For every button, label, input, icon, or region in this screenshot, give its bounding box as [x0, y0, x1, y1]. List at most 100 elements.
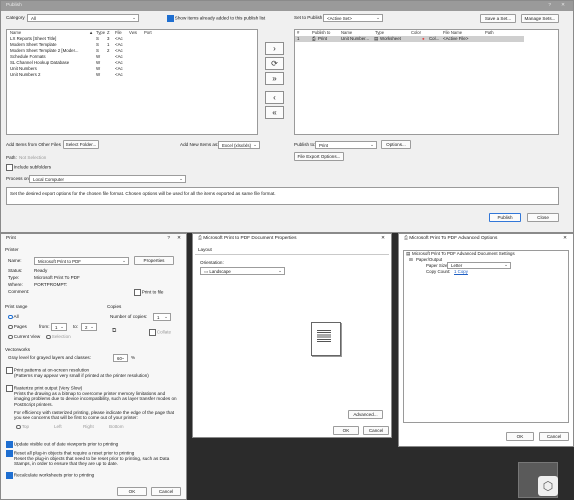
gray-level-input[interactable]: 60 — [113, 354, 128, 362]
close-icon[interactable]: ✕ — [177, 234, 181, 244]
selection-label: Selection — [51, 334, 71, 339]
properties-button[interactable]: Properties — [134, 256, 174, 265]
radio-icon — [8, 334, 13, 340]
remove-item-button[interactable]: ‹ — [265, 91, 284, 104]
table-row[interactable]: 1 ⎙ Print Unit Number... ▤ Worksheet ● C… — [295, 36, 524, 42]
pdf-adv-title: Microsoft Print To PDF Advanced Options — [409, 236, 498, 241]
settings-tree[interactable]: ▤ Microsoft Print To PDF Advanced Documen… — [403, 250, 569, 423]
edge-bottom-label: Bottom — [109, 424, 124, 429]
cancel-button[interactable]: Cancel — [151, 487, 181, 496]
help-icon[interactable]: ? — [167, 234, 170, 244]
edge-right-radio[interactable]: Right — [83, 424, 94, 430]
orientation-select[interactable]: ▭ Landscape — [200, 267, 285, 275]
save-set-button[interactable]: Save a Set... — [480, 14, 516, 23]
current-view-radio[interactable]: Current View — [8, 334, 40, 340]
where-value: PORTPROMPT: — [34, 282, 68, 287]
orientation-label: Orientation: — [200, 260, 224, 265]
page-preview-lines — [317, 330, 331, 342]
print-titlebar: Print ? ✕ — [1, 234, 186, 244]
close-button[interactable]: Close — [527, 213, 559, 222]
publish-to-value: Print — [319, 143, 329, 148]
print-to-file-label: Print to file — [141, 289, 164, 295]
radio-icon — [46, 334, 51, 340]
num-copies-value: 1 — [157, 315, 160, 320]
type-value: Microsoft Print To PDF — [34, 275, 80, 280]
add-all-button[interactable]: » — [265, 72, 284, 85]
path-label: Path: — [6, 155, 17, 160]
publish-titlebar: Publish ? ✕ — [1, 1, 573, 11]
ok-button[interactable]: OK — [117, 487, 147, 496]
ok-button[interactable]: OK — [506, 432, 534, 441]
available-items-list[interactable]: Name ▲ Type Z File Vws Port LX Reports [… — [6, 29, 258, 135]
advanced-button[interactable]: Advanced... — [348, 410, 383, 419]
remove-all-button[interactable]: « — [265, 106, 284, 119]
publish-button[interactable]: Publish — [489, 213, 521, 222]
recalc-worksheets-checkbox[interactable]: Recalculate worksheets prior to printing — [6, 472, 94, 479]
printer-name-select[interactable]: Microsoft Print to PDF — [34, 257, 129, 265]
checkbox-icon — [6, 472, 13, 479]
app-cube-icon[interactable]: ⬡ — [538, 476, 558, 496]
to-input[interactable]: 2 — [81, 323, 97, 331]
checkbox-icon — [6, 385, 13, 392]
publish-dialog: Publish ? ✕ Category All Show items alre… — [0, 0, 574, 233]
print-to-file-checkbox[interactable]: Print to file — [134, 289, 163, 296]
include-subfolders-checkbox[interactable]: Include subfolders — [6, 164, 51, 171]
show-items-checkbox[interactable]: Show items already added to this publish… — [167, 15, 265, 22]
from-input[interactable]: 1 — [51, 323, 67, 331]
set-to-publish-select[interactable]: <Active Set> — [323, 14, 383, 22]
edge-bottom-radio[interactable]: Bottom — [109, 424, 124, 430]
publish-set-list[interactable]: # Publish to Name Type Color File Name P… — [294, 29, 559, 135]
gray-unit: % — [131, 355, 136, 360]
paper-size-select[interactable]: Letter — [447, 262, 511, 269]
pdf-props-titlebar: ⎙ Microsoft Print to PDF Document Proper… — [193, 234, 391, 244]
include-subfolders-label: Include subfolders — [13, 164, 52, 170]
checkbox-icon — [6, 164, 13, 171]
help-icon[interactable]: ? — [548, 1, 551, 11]
cancel-button[interactable]: Cancel — [363, 426, 389, 435]
pdf-adv-titlebar: ⎙ Microsoft Print To PDF Advanced Option… — [399, 234, 573, 244]
update-viewports-checkbox[interactable]: Update visible out of date viewports pri… — [6, 441, 118, 448]
status-value: Ready — [34, 268, 48, 273]
add-linked-button[interactable]: ⟳ — [265, 57, 284, 70]
num-copies-input[interactable]: 1 — [153, 313, 171, 321]
page-preview — [311, 322, 341, 356]
ok-button[interactable]: OK — [333, 426, 359, 435]
manage-sets-button[interactable]: Manage Sets... — [521, 14, 559, 23]
print-patterns-note: (Patterns may appear very small if print… — [14, 373, 149, 378]
copy-count-value[interactable]: 1 Copy — [454, 269, 468, 275]
publish-to-label: Publish to: — [294, 142, 316, 147]
edge-left-radio[interactable]: Left — [54, 424, 62, 430]
close-icon[interactable]: ✕ — [561, 1, 565, 11]
close-icon[interactable]: ✕ — [381, 234, 385, 244]
recalc-worksheets-label: Recalculate worksheets prior to printing — [13, 472, 95, 478]
printer-section: Printer — [5, 247, 19, 252]
tab-divider — [195, 254, 389, 255]
publish-to-select[interactable]: Print — [315, 141, 377, 149]
collate-checkbox[interactable]: Collate — [149, 329, 171, 336]
edge-top-label: Top — [21, 424, 30, 429]
category-value: All — [31, 16, 36, 21]
all-radio[interactable]: All — [8, 314, 19, 320]
close-icon[interactable]: ✕ — [563, 234, 567, 244]
edge-top-radio[interactable]: Top — [16, 424, 29, 430]
category-select[interactable]: All — [27, 14, 139, 22]
set-to-publish-label: Set to Publish — [294, 15, 323, 20]
pages-radio[interactable]: Pages — [8, 324, 27, 330]
selection-radio[interactable]: Selection — [46, 334, 71, 340]
process-on-select[interactable]: Local Computer — [29, 175, 186, 183]
list-item[interactable]: Unit Numbers 2 W <Ac — [7, 72, 257, 78]
cancel-button[interactable]: Cancel — [539, 432, 569, 441]
add-new-items-value: Excel (xlsx/xls) — [222, 143, 252, 148]
print-title: Print — [6, 236, 16, 241]
options-button[interactable]: Options... — [381, 140, 411, 149]
file-export-options-button[interactable]: File Export Options... — [294, 152, 344, 161]
select-folder-button[interactable]: Select Folder... — [63, 140, 99, 149]
add-new-items-label: Add New Items as: — [180, 142, 219, 147]
printer-icon: ⎙ — [198, 236, 202, 241]
type-label: Type: — [8, 275, 20, 280]
edge-right-label: Right — [83, 424, 94, 429]
add-new-items-select[interactable]: Excel (xlsx/xls) — [218, 141, 260, 149]
layout-tab[interactable]: Layout — [198, 247, 212, 253]
add-item-button[interactable]: › — [265, 42, 284, 55]
pages-label: Pages — [13, 324, 27, 329]
